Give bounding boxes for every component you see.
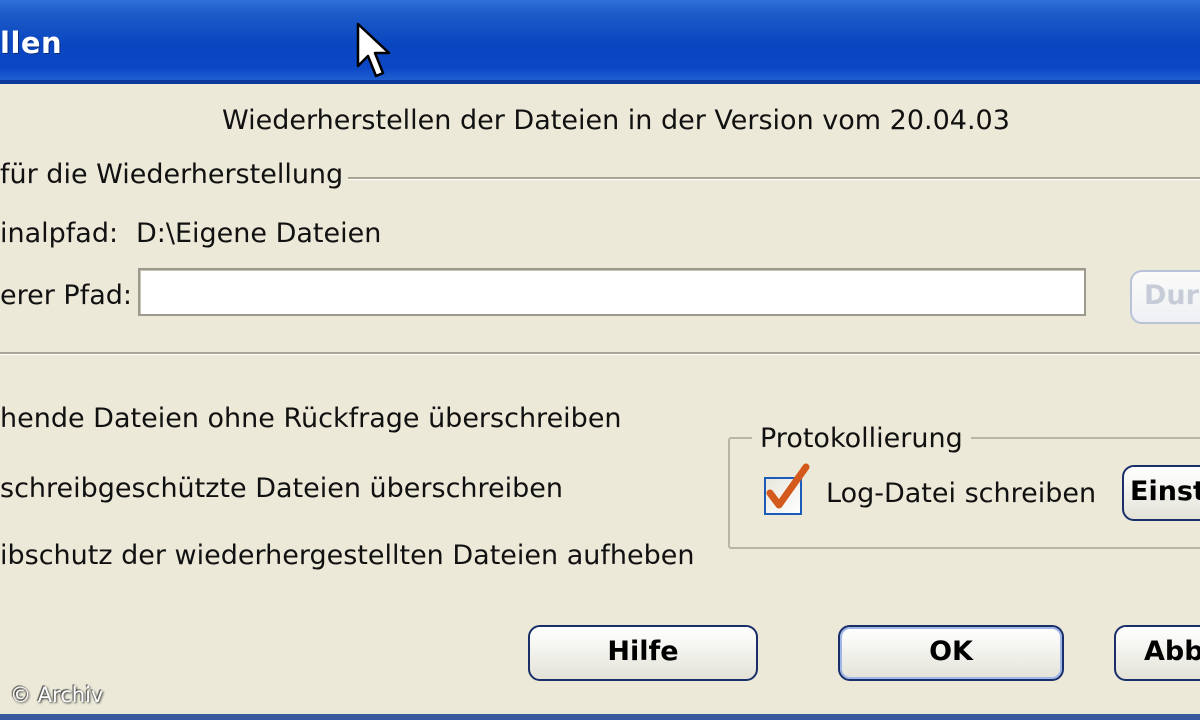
original-path-label: inalpfad: <box>0 218 119 249</box>
ok-button[interactable]: OK <box>838 625 1064 681</box>
dialog-header: Wiederherstellen der Dateien in der Vers… <box>222 105 1010 136</box>
copyright-watermark: © Archiv <box>10 683 104 707</box>
bottom-edge-bar <box>0 714 1200 720</box>
logging-group-title: Protokollierung <box>752 423 971 454</box>
original-path-value: D:\Eigene Dateien <box>136 218 382 249</box>
option-overwrite-existing[interactable]: hende Dateien ohne Rückfrage überschreib… <box>0 403 622 434</box>
help-button[interactable]: Hilfe <box>528 625 758 681</box>
checkmark-icon <box>766 463 810 509</box>
option-overwrite-readonly[interactable]: schreibgeschützte Dateien überschreiben <box>0 473 563 504</box>
cancel-button[interactable]: Abb <box>1114 625 1200 681</box>
group-target-divider <box>348 177 1200 180</box>
group-target-title: für die Wiederherstellung <box>0 159 344 190</box>
log-file-label[interactable]: Log-Datei schreiben <box>826 478 1096 509</box>
section-divider <box>0 352 1200 355</box>
mouse-cursor-icon <box>356 22 391 78</box>
settings-button[interactable]: Einst <box>1122 465 1200 521</box>
log-file-checkbox[interactable] <box>764 463 810 515</box>
option-remove-write-protection[interactable]: ibschutz der wiederhergestellten Dateien… <box>0 540 694 571</box>
other-path-input[interactable] <box>138 268 1086 316</box>
window-title: llen <box>0 26 63 60</box>
title-bar[interactable]: llen <box>0 0 1200 84</box>
browse-button[interactable]: Dur <box>1130 270 1200 324</box>
other-path-label: erer Pfad: <box>0 280 132 311</box>
